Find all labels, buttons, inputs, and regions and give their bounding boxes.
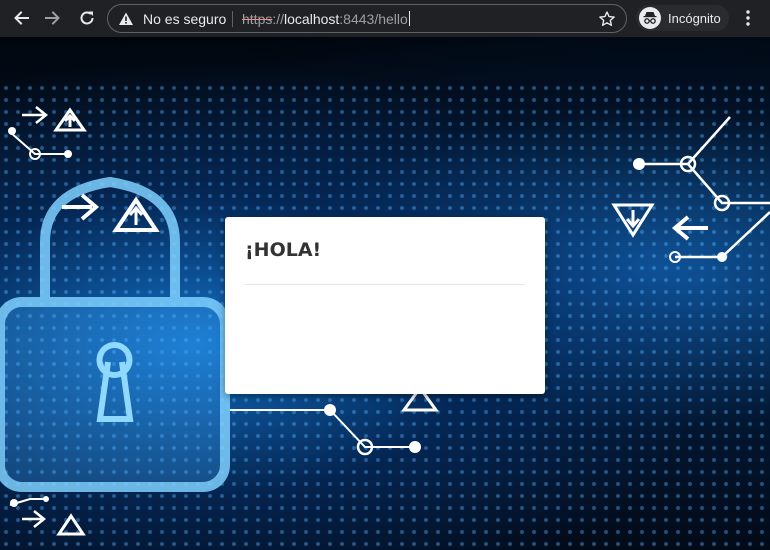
back-button[interactable] bbox=[10, 7, 32, 29]
kebab-menu-icon[interactable] bbox=[742, 9, 754, 27]
url-text[interactable]: https://localhost:8443/hello bbox=[242, 11, 410, 27]
reload-icon bbox=[80, 11, 94, 25]
right-glyphs bbox=[611, 203, 708, 241]
padlock-icon bbox=[0, 176, 230, 492]
address-bar[interactable]: No es seguro https://localhost:8443/hell… bbox=[107, 4, 627, 33]
star-icon[interactable] bbox=[598, 10, 616, 28]
circuit-lines-bottom bbox=[230, 409, 415, 448]
security-status-label[interactable]: No es seguro bbox=[143, 11, 226, 27]
browser-toolbar: No es seguro https://localhost:8443/hell… bbox=[0, 0, 770, 37]
url-path: /hello bbox=[374, 11, 408, 27]
incognito-icon bbox=[643, 12, 657, 24]
incognito-indicator[interactable]: Incógnito bbox=[636, 5, 729, 31]
incognito-label: Incógnito bbox=[668, 10, 721, 26]
back-arrow-icon bbox=[14, 11, 29, 25]
page-viewport: ¡HOLA! bbox=[0, 37, 770, 550]
text-caret bbox=[408, 11, 410, 26]
url-separator: :// bbox=[272, 11, 285, 27]
url-port: :8443 bbox=[339, 11, 375, 27]
circuit-lines-right bbox=[640, 116, 770, 259]
greeting-card: ¡HOLA! bbox=[225, 217, 545, 394]
omnibox-divider bbox=[232, 11, 233, 27]
card-title: ¡HOLA! bbox=[245, 239, 322, 261]
forward-arrow-icon bbox=[45, 11, 60, 25]
forward-button[interactable] bbox=[42, 7, 64, 29]
warning-triangle-icon[interactable] bbox=[118, 11, 134, 27]
url-host: localhost bbox=[284, 11, 340, 27]
incognito-avatar bbox=[639, 7, 661, 29]
url-scheme: https bbox=[242, 11, 273, 27]
card-divider bbox=[245, 284, 525, 285]
reload-button[interactable] bbox=[76, 7, 98, 29]
